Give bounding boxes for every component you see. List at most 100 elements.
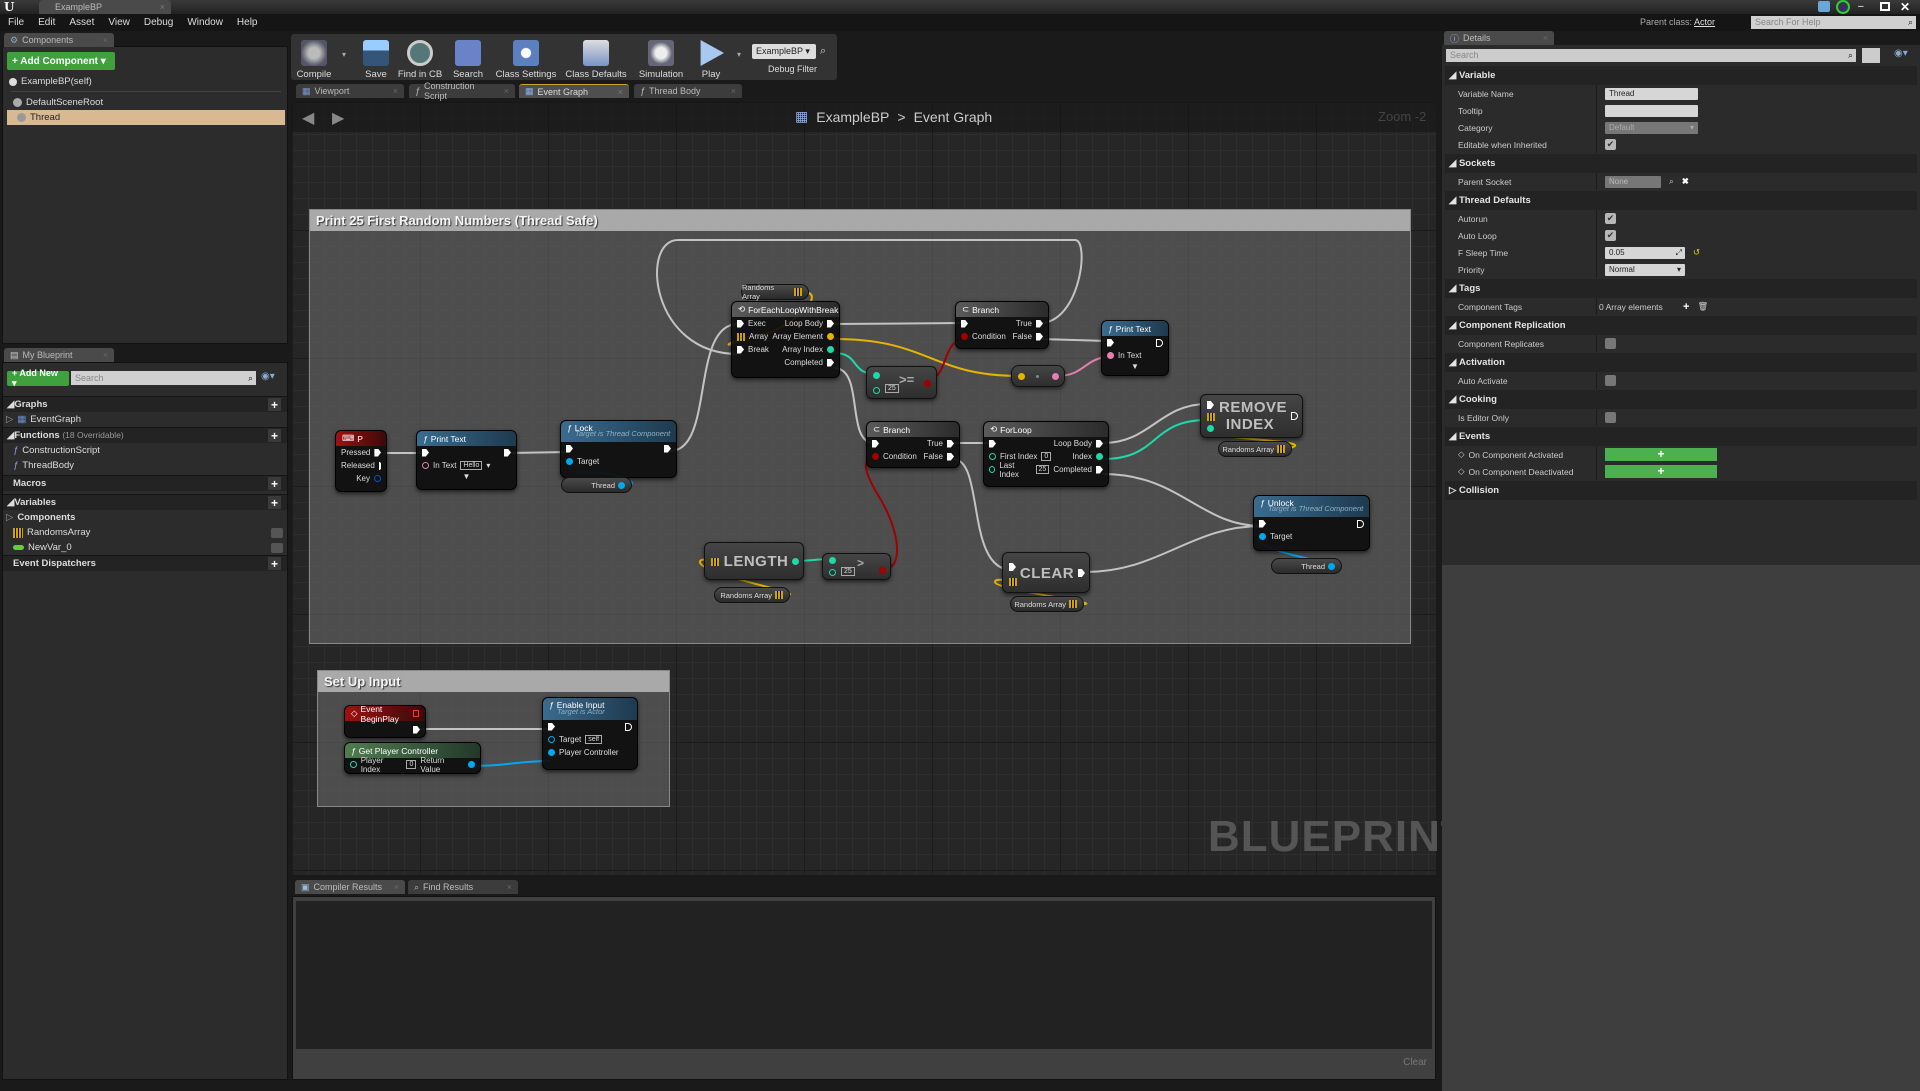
target-field[interactable]: self bbox=[585, 735, 603, 744]
tab-thread-body[interactable]: ƒ Thread Body × bbox=[634, 84, 742, 98]
add-graph-button[interactable]: + bbox=[268, 398, 281, 412]
int-pin[interactable] bbox=[829, 557, 836, 564]
exec-pin-out[interactable] bbox=[827, 319, 834, 328]
back-arrow-icon[interactable]: ◀ bbox=[302, 108, 314, 128]
details-search-input[interactable]: Search ⌕ bbox=[1446, 49, 1856, 62]
class-defaults-button[interactable]: Class Defaults bbox=[564, 36, 628, 80]
node-print-text[interactable]: ƒ Print Text In Text Hello ▾ ▼ bbox=[416, 430, 517, 490]
reset-to-default-icon[interactable]: ↺ bbox=[1693, 247, 1700, 258]
compile-options-chevron-icon[interactable]: ▾ bbox=[342, 50, 346, 59]
node-lock[interactable]: ƒ Lock Target is Thread Component Target bbox=[560, 420, 677, 478]
delegate-pin[interactable] bbox=[413, 710, 419, 717]
array-pin[interactable] bbox=[1277, 445, 1285, 453]
player-index-field[interactable]: 0 bbox=[406, 760, 417, 769]
node-print-text[interactable]: ƒ Print Text In Text ▼ bbox=[1101, 320, 1169, 376]
compare-value-field[interactable]: 25 bbox=[885, 384, 899, 393]
add-variable-button[interactable]: + bbox=[268, 496, 281, 510]
node-unlock[interactable]: ƒ Unlock Target is Thread Component Targe… bbox=[1253, 495, 1370, 551]
parent-class-link[interactable]: Actor bbox=[1694, 17, 1715, 27]
minimize-icon[interactable]: – bbox=[1858, 2, 1870, 12]
array-pin[interactable] bbox=[1069, 600, 1077, 608]
node-to-text-conversion[interactable] bbox=[1011, 365, 1065, 387]
int-pin[interactable] bbox=[989, 453, 996, 460]
element-pin[interactable] bbox=[1018, 373, 1025, 380]
node-greater-equal[interactable]: 25 >= bbox=[866, 366, 937, 399]
sleep-time-input[interactable]: 0.05 ⤢ bbox=[1605, 246, 1685, 259]
comment-title[interactable]: Print 25 First Random Numbers (Thread Sa… bbox=[310, 210, 1410, 231]
array-pin[interactable] bbox=[1207, 413, 1215, 421]
function-item-constructionscript[interactable]: ƒ ConstructionScript bbox=[3, 443, 287, 458]
exec-pin-out[interactable] bbox=[827, 358, 834, 367]
object-pin[interactable] bbox=[468, 761, 475, 768]
chevron-down-icon[interactable]: ▾ bbox=[486, 461, 490, 470]
visibility-toggle[interactable] bbox=[271, 527, 283, 538]
menu-window[interactable]: Window bbox=[187, 17, 223, 28]
breadcrumb-root[interactable]: ExampleBP bbox=[816, 109, 889, 125]
int-pin[interactable] bbox=[829, 569, 836, 576]
tab-construction-script[interactable]: ƒ Construction Script × bbox=[409, 81, 515, 101]
exec-pin-out[interactable] bbox=[1291, 412, 1298, 420]
drag-spin-icon[interactable]: ⤢ bbox=[1676, 248, 1682, 258]
class-settings-button[interactable]: Class Settings bbox=[494, 36, 558, 80]
add-on-activated-button[interactable]: + bbox=[1605, 448, 1717, 461]
bool-pin[interactable] bbox=[924, 380, 931, 387]
exec-pin-in[interactable] bbox=[548, 722, 555, 731]
learn-icon[interactable] bbox=[1836, 0, 1850, 14]
exec-pin-in[interactable] bbox=[872, 439, 879, 448]
menu-help[interactable]: Help bbox=[237, 17, 258, 28]
exec-pin-in[interactable] bbox=[566, 444, 573, 453]
object-pin[interactable] bbox=[1328, 562, 1335, 570]
node-enable-input[interactable]: ƒ Enable Input Target is Actor Target self… bbox=[542, 697, 638, 770]
exec-pin-in[interactable] bbox=[961, 319, 968, 328]
getter-randoms-array[interactable]: Randoms Array bbox=[1218, 441, 1292, 457]
category-dropdown[interactable]: Default ▾ bbox=[1605, 121, 1698, 134]
int-pin[interactable] bbox=[350, 761, 357, 768]
exec-pin-out[interactable] bbox=[664, 444, 671, 453]
section-component-replication[interactable]: ◢ Component Replication bbox=[1445, 316, 1917, 335]
int-pin[interactable] bbox=[989, 466, 996, 473]
add-component-button[interactable]: + Add Component ▾ bbox=[7, 52, 115, 70]
tab-compiler-results[interactable]: ▣ Compiler Results × bbox=[295, 880, 405, 894]
section-graphs[interactable]: ◢Graphs + bbox=[3, 396, 287, 412]
exec-pin-in[interactable] bbox=[737, 345, 744, 354]
section-sockets[interactable]: ◢ Sockets bbox=[1445, 154, 1917, 173]
section-event-dispatchers[interactable]: Event Dispatchers + bbox=[3, 555, 287, 571]
replicates-checkbox[interactable] bbox=[1605, 338, 1616, 349]
menu-debug[interactable]: Debug bbox=[144, 17, 173, 28]
tab-viewport[interactable]: ▦ Viewport × bbox=[296, 84, 404, 98]
node-event-beginplay[interactable]: ◇ Event BeginPlay bbox=[344, 704, 426, 738]
variable-item-newvar0[interactable]: NewVar_0 bbox=[3, 540, 287, 555]
variable-group-components[interactable]: ▷ Components bbox=[3, 510, 287, 525]
exec-pin-in[interactable] bbox=[1009, 563, 1016, 571]
exec-pin-out[interactable] bbox=[1036, 319, 1043, 328]
section-tags[interactable]: ◢ Tags bbox=[1445, 279, 1917, 298]
int-pin[interactable] bbox=[792, 558, 799, 565]
exec-pin-out[interactable] bbox=[947, 439, 954, 448]
text-pin[interactable] bbox=[1052, 373, 1059, 380]
find-in-cb-button[interactable]: Find in CB bbox=[396, 36, 444, 80]
bool-pin[interactable] bbox=[961, 333, 968, 340]
menu-view[interactable]: View bbox=[108, 17, 130, 28]
section-variables[interactable]: ◢Variables + bbox=[3, 494, 287, 510]
section-thread-defaults[interactable]: ◢ Thread Defaults bbox=[1445, 191, 1917, 210]
close-icon[interactable]: ✕ bbox=[1900, 0, 1910, 14]
exec-pin-in[interactable] bbox=[422, 448, 429, 457]
exec-pin-out[interactable] bbox=[1036, 332, 1043, 341]
save-button[interactable]: Save bbox=[360, 36, 392, 80]
simulation-button[interactable]: Simulation bbox=[636, 36, 686, 80]
search-button[interactable]: Search bbox=[450, 36, 486, 80]
play-options-chevron-icon[interactable]: ▾ bbox=[737, 50, 741, 59]
object-pin[interactable] bbox=[548, 736, 555, 743]
object-pin[interactable] bbox=[548, 749, 555, 756]
details-tab[interactable]: ⓘ Details × bbox=[1444, 31, 1554, 45]
view-options-eye-icon[interactable]: ◉▾ bbox=[261, 371, 275, 382]
node-branch[interactable]: ⊂ Branch True Condition False bbox=[955, 301, 1049, 349]
section-macros[interactable]: Macros + bbox=[3, 475, 287, 491]
int-pin[interactable] bbox=[873, 387, 880, 394]
exec-pin-in[interactable] bbox=[1107, 338, 1114, 347]
compare-value-field[interactable]: 25 bbox=[841, 567, 855, 576]
advanced-expand-icon[interactable]: ▼ bbox=[1102, 362, 1168, 371]
autorun-checkbox[interactable]: ✔ bbox=[1605, 213, 1616, 224]
priority-dropdown[interactable]: Normal ▾ bbox=[1605, 263, 1685, 276]
visibility-toggle[interactable] bbox=[271, 542, 283, 553]
